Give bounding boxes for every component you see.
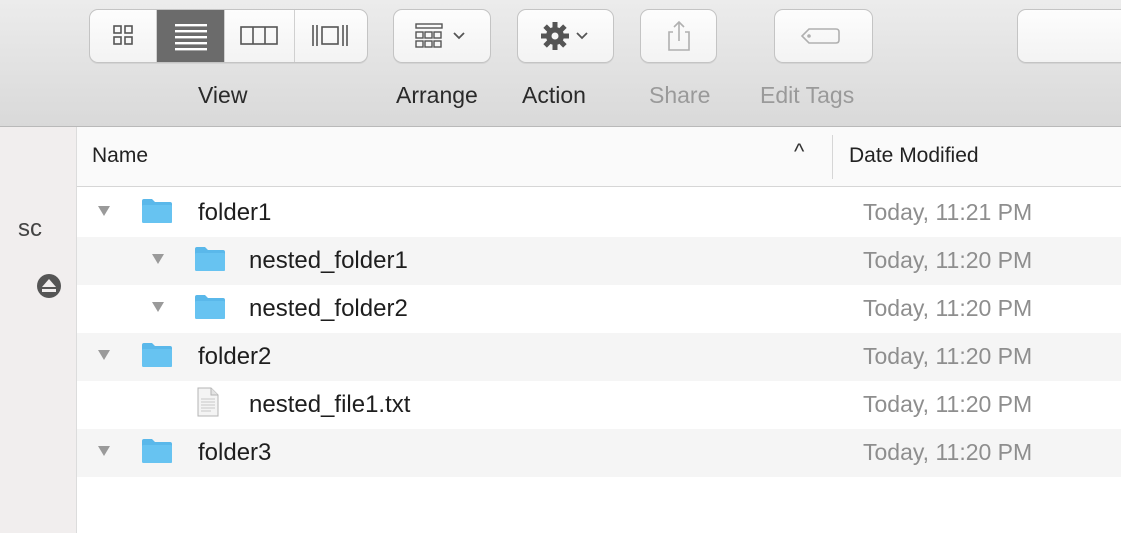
item-name: folder1 bbox=[198, 199, 272, 226]
file-list: folder1 Today, 11:21 PM nested_folder1 T… bbox=[77, 189, 1121, 477]
item-date: Today, 11:20 PM bbox=[863, 295, 1033, 321]
item-name: folder3 bbox=[198, 439, 272, 466]
folder-icon bbox=[142, 439, 172, 463]
share-label: Share bbox=[649, 82, 711, 108]
arrange-label: Arrange bbox=[396, 82, 478, 108]
item-date: Today, 11:20 PM bbox=[863, 247, 1033, 273]
toolbar: View Arrange Action Share Edit Tags bbox=[0, 0, 1121, 127]
arrange-grid-icon bbox=[415, 23, 465, 48]
list-item[interactable]: nested_folder2 Today, 11:20 PM bbox=[77, 285, 1121, 333]
disclosure-triangle-icon[interactable] bbox=[98, 446, 110, 456]
item-name: nested_folder2 bbox=[249, 295, 408, 322]
share-button[interactable] bbox=[640, 9, 717, 63]
sidebar-item-fragment[interactable]: sc bbox=[18, 215, 42, 243]
view-label: View bbox=[198, 82, 248, 108]
eject-icon[interactable] bbox=[34, 271, 64, 301]
folder-icon bbox=[195, 247, 225, 271]
columns-icon bbox=[240, 26, 278, 45]
arrange-button[interactable] bbox=[393, 9, 491, 63]
grid-icon bbox=[113, 25, 133, 45]
list-item[interactable]: folder1 Today, 11:21 PM bbox=[77, 189, 1121, 237]
disclosure-triangle-icon[interactable] bbox=[98, 206, 110, 216]
item-date: Today, 11:21 PM bbox=[863, 199, 1033, 225]
sort-ascending-icon[interactable]: ^ bbox=[794, 139, 804, 165]
name-column-header[interactable]: Name bbox=[92, 144, 148, 168]
share-icon bbox=[668, 20, 690, 51]
gear-icon bbox=[541, 22, 588, 50]
text-file-icon bbox=[197, 387, 219, 417]
list-item[interactable]: nested_file1.txt Today, 11:20 PM bbox=[77, 381, 1121, 429]
item-date: Today, 11:20 PM bbox=[863, 343, 1033, 369]
disclosure-triangle-icon[interactable] bbox=[152, 254, 164, 264]
list-icon bbox=[175, 24, 207, 51]
folder-icon bbox=[195, 295, 225, 319]
action-button[interactable] bbox=[517, 9, 614, 63]
column-divider[interactable] bbox=[832, 135, 833, 179]
item-date: Today, 11:20 PM bbox=[863, 391, 1033, 417]
list-item[interactable]: nested_folder1 Today, 11:20 PM bbox=[77, 237, 1121, 285]
chevron-down-icon bbox=[576, 32, 588, 40]
sidebar: sc bbox=[0, 127, 77, 533]
view-segmented-control bbox=[89, 9, 368, 63]
item-name: nested_file1.txt bbox=[249, 391, 411, 418]
edit-tags-button[interactable] bbox=[774, 9, 873, 63]
column-view-button[interactable] bbox=[224, 10, 294, 62]
coverflow-view-button[interactable] bbox=[294, 10, 367, 62]
cover-flow-icon bbox=[312, 25, 348, 46]
folder-icon bbox=[142, 343, 172, 367]
date-modified-column-header[interactable]: Date Modified bbox=[849, 144, 979, 168]
chevron-down-icon bbox=[453, 32, 465, 40]
item-name: folder2 bbox=[198, 343, 272, 370]
action-label: Action bbox=[522, 82, 586, 108]
item-date: Today, 11:20 PM bbox=[863, 439, 1033, 465]
disclosure-triangle-icon[interactable] bbox=[98, 350, 110, 360]
column-header: Name ^ Date Modified bbox=[77, 127, 1121, 187]
list-item[interactable]: folder3 Today, 11:20 PM bbox=[77, 429, 1121, 477]
tag-icon bbox=[800, 28, 840, 44]
icon-view-button[interactable] bbox=[90, 10, 156, 62]
edit-tags-label: Edit Tags bbox=[760, 82, 855, 108]
list-item[interactable]: folder2 Today, 11:20 PM bbox=[77, 333, 1121, 381]
item-name: nested_folder1 bbox=[249, 247, 408, 274]
folder-icon bbox=[142, 199, 172, 223]
disclosure-triangle-icon[interactable] bbox=[152, 302, 164, 312]
search-field[interactable] bbox=[1017, 9, 1121, 63]
list-view-button[interactable] bbox=[156, 10, 224, 62]
